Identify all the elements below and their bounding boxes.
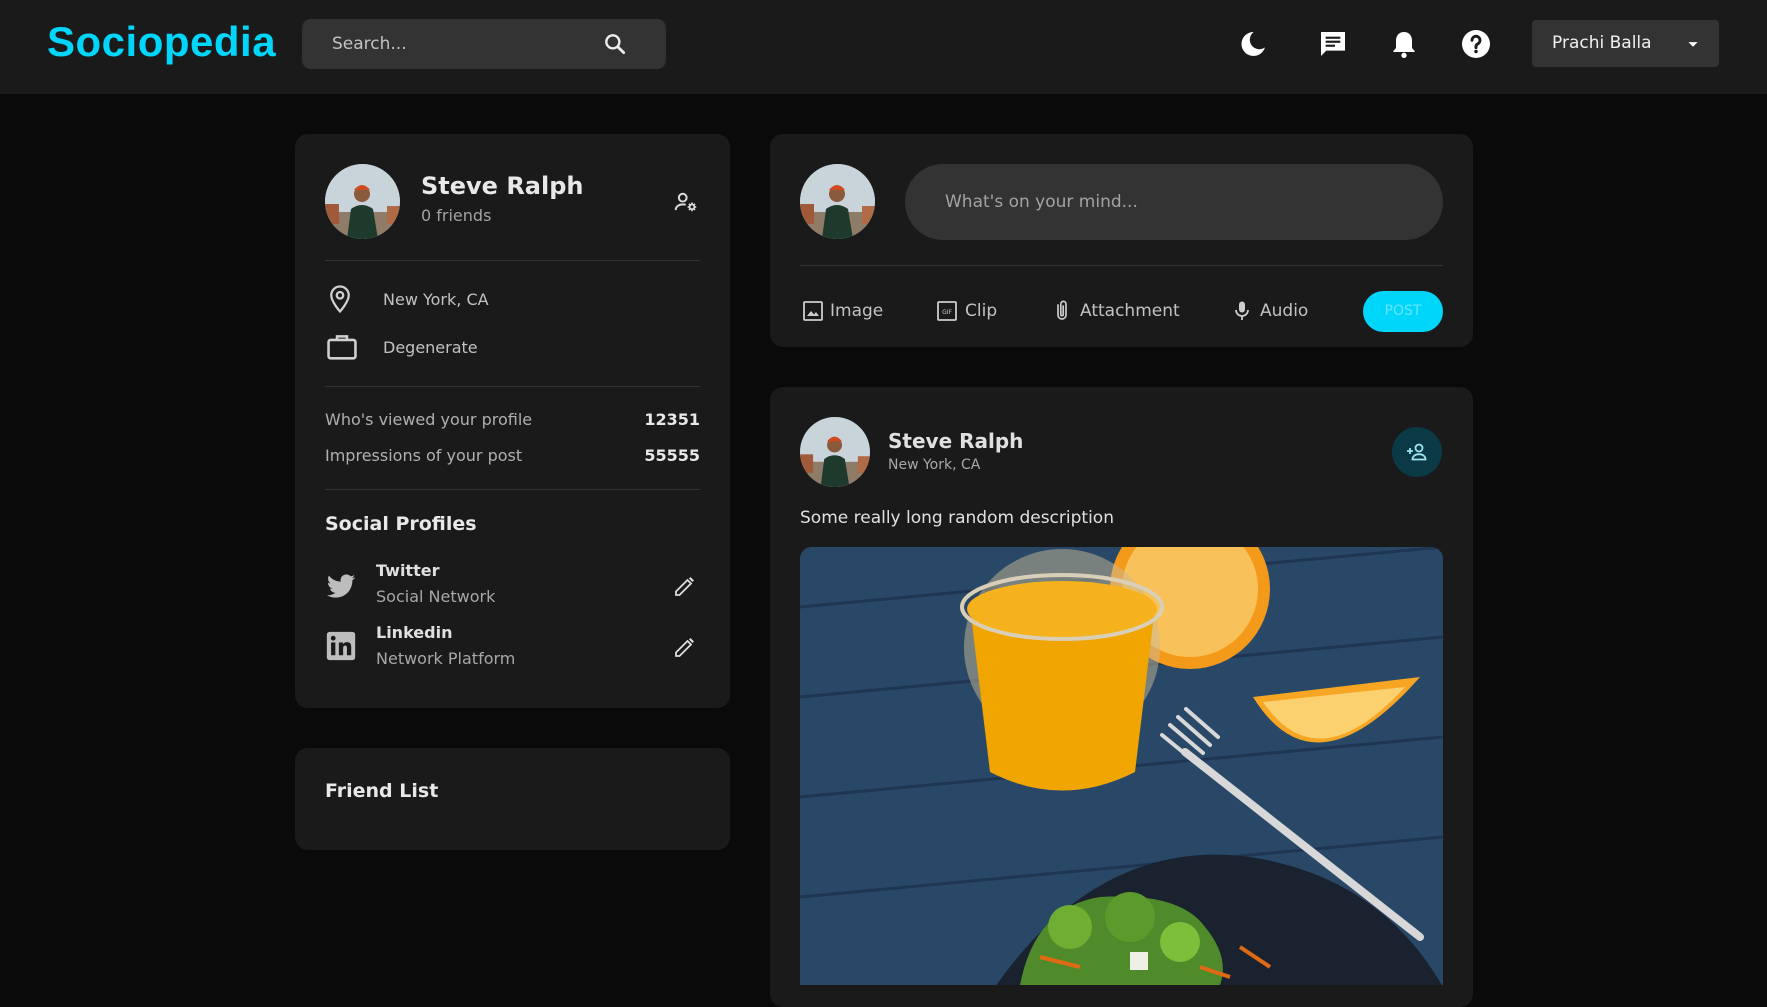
post-author-location: New York, CA xyxy=(888,457,981,473)
add-friend-icon xyxy=(1407,443,1427,461)
gif-icon[interactable]: GIF xyxy=(935,299,959,323)
stat-label: Impressions of your post xyxy=(325,446,523,465)
social-type: Network Platform xyxy=(376,649,516,668)
message-icon[interactable] xyxy=(1317,28,1349,60)
social-type: Social Network xyxy=(376,587,496,606)
divider xyxy=(325,386,700,387)
stat-value: 12351 xyxy=(644,410,700,429)
image-action-label[interactable]: Image xyxy=(830,301,883,321)
edit-icon[interactable] xyxy=(673,574,697,598)
add-friend-button[interactable] xyxy=(1392,427,1442,477)
post-description: Some really long random description xyxy=(800,508,1114,528)
social-name: Linkedin xyxy=(376,623,453,642)
status-input[interactable] xyxy=(945,190,1405,214)
linkedin-icon xyxy=(326,631,356,661)
stat-value: 55555 xyxy=(644,446,700,465)
search-box xyxy=(302,19,666,69)
profile-occupation: Degenerate xyxy=(383,338,478,357)
attachment-icon[interactable] xyxy=(1050,298,1074,324)
microphone-icon[interactable] xyxy=(1230,299,1254,323)
image-icon[interactable] xyxy=(801,299,825,323)
avatar xyxy=(800,164,875,239)
clip-action-label[interactable]: Clip xyxy=(965,301,997,321)
audio-action-label[interactable]: Audio xyxy=(1260,301,1308,321)
social-name: Twitter xyxy=(376,561,440,580)
twitter-icon xyxy=(326,574,356,598)
status-input-box xyxy=(905,164,1443,240)
svg-text:GIF: GIF xyxy=(942,309,952,316)
manage-account-icon[interactable] xyxy=(673,189,699,215)
friends-count: 0 friends xyxy=(421,206,492,225)
help-icon[interactable] xyxy=(1460,28,1492,60)
attachment-action-label[interactable]: Attachment xyxy=(1080,301,1180,321)
friend-list-title: Friend List xyxy=(325,780,439,802)
profile-location: New York, CA xyxy=(383,290,489,309)
post-image[interactable] xyxy=(800,547,1443,985)
search-input[interactable] xyxy=(332,32,602,56)
stat-label: Who's viewed your profile xyxy=(325,410,533,429)
post-author-name[interactable]: Steve Ralph xyxy=(888,429,1023,453)
divider xyxy=(800,265,1443,266)
user-profile-card: Steve Ralph 0 friends New York, CA Degen… xyxy=(295,134,730,708)
location-icon xyxy=(330,285,350,314)
dark-mode-icon[interactable] xyxy=(1237,28,1269,60)
post-button[interactable]: POST xyxy=(1363,291,1443,332)
avatar[interactable] xyxy=(800,417,870,487)
chevron-down-icon xyxy=(1688,42,1698,47)
user-menu-select[interactable]: Prachi Balla xyxy=(1532,20,1719,67)
work-icon xyxy=(327,335,357,360)
divider xyxy=(325,489,700,490)
divider xyxy=(325,260,700,261)
notifications-icon[interactable] xyxy=(1388,28,1420,60)
search-icon[interactable] xyxy=(602,31,628,57)
user-name: Prachi Balla xyxy=(1552,33,1652,53)
profile-name[interactable]: Steve Ralph xyxy=(421,172,583,200)
social-profiles-title: Social Profiles xyxy=(325,513,477,535)
avatar[interactable] xyxy=(325,164,400,239)
edit-icon[interactable] xyxy=(673,635,697,659)
top-navbar: Sociopedia Prachi Balla xyxy=(0,0,1767,94)
app-logo[interactable]: Sociopedia xyxy=(47,18,276,66)
friend-list-card: Friend List xyxy=(295,748,730,850)
